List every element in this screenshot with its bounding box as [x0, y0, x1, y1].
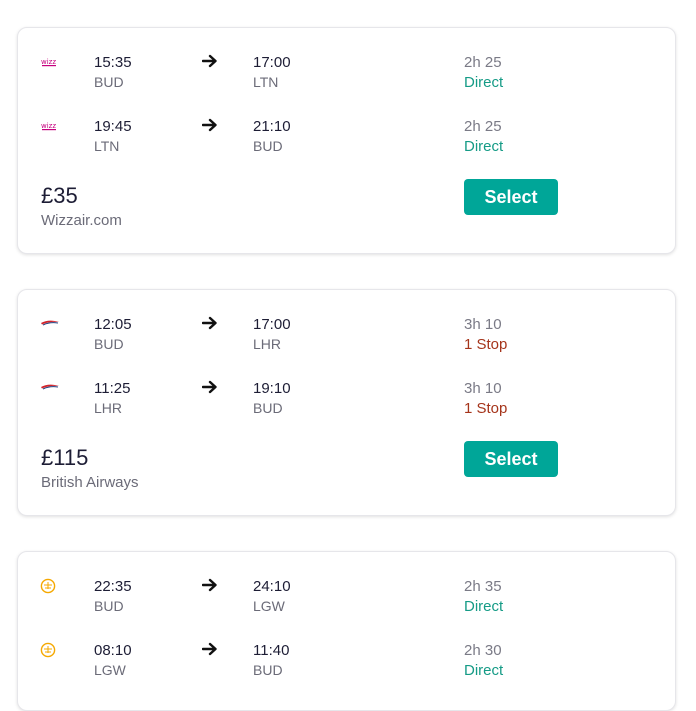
arrival-time: 11:40	[253, 642, 290, 659]
return-leg: 11:25 LHR 19:10 BUD 3h 10 1 Stop	[18, 378, 675, 422]
price: £35	[41, 183, 78, 208]
departure-airport: LHR	[94, 400, 123, 416]
flight-duration: 2h 25	[464, 54, 502, 71]
outbound-leg: 12:05 BUD 17:00 LHR 3h 10 1 Stop	[18, 314, 675, 358]
arrival-airport: BUD	[253, 138, 283, 154]
outbound-leg: 22:35 BUD 24:10 LGW 2h 35 Direct	[18, 576, 675, 620]
departure-time: 22:35	[94, 578, 132, 595]
svg-text:wizz: wizz	[41, 122, 56, 130]
departure-time: 12:05	[94, 316, 132, 333]
arrival-airport: LHR	[253, 336, 282, 352]
arrow-right-icon	[202, 316, 217, 330]
arrow-right-icon	[202, 578, 217, 592]
arrival-time: 24:10	[253, 578, 291, 595]
arrow-right-icon	[202, 642, 217, 656]
departure-time: 11:25	[94, 380, 131, 397]
british-airways-logo-icon	[41, 384, 59, 390]
select-button[interactable]: Select	[464, 441, 558, 477]
flight-duration: 2h 35	[464, 578, 502, 595]
wizzair-logo-icon: wizz	[41, 122, 56, 131]
svg-text:wizz: wizz	[41, 58, 56, 66]
arrival-time: 17:00	[253, 316, 291, 333]
flight-duration: 2h 30	[464, 642, 502, 659]
flight-duration: 3h 10	[464, 380, 502, 397]
departure-airport: LTN	[94, 138, 120, 154]
departure-airport: LGW	[94, 662, 126, 678]
stops-label: Direct	[464, 74, 504, 91]
arrow-right-icon	[202, 54, 217, 68]
departure-time: 19:45	[94, 118, 132, 135]
arrow-right-icon	[202, 380, 217, 394]
select-button[interactable]: Select	[464, 179, 558, 215]
return-leg: 08:10 LGW 11:40 BUD 2h 30 Direct	[18, 640, 675, 684]
stops-label: Direct	[464, 662, 504, 679]
departure-airport: BUD	[94, 336, 124, 352]
departure-airport: BUD	[94, 598, 124, 614]
arrival-time: 21:10	[253, 118, 291, 135]
flight-result-card[interactable]: wizz 15:35 BUD 17:00 LTN 2h 25 Direct wi…	[17, 27, 676, 254]
departure-time: 15:35	[94, 54, 132, 71]
arrival-airport: LTN	[253, 74, 279, 90]
arrival-time: 19:10	[253, 380, 291, 397]
wizzair-logo-icon: wizz	[41, 58, 56, 67]
arrival-airport: BUD	[253, 662, 283, 678]
flight-result-card[interactable]: 12:05 BUD 17:00 LHR 3h 10 1 Stop 11:25 L…	[17, 289, 676, 516]
departure-time: 08:10	[94, 642, 132, 659]
lufthansa-logo-icon	[40, 578, 56, 594]
flight-duration: 2h 25	[464, 118, 502, 135]
stops-label: Direct	[464, 138, 504, 155]
stops-label: 1 Stop	[464, 400, 508, 417]
arrival-airport: BUD	[253, 400, 283, 416]
outbound-leg: wizz 15:35 BUD 17:00 LTN 2h 25 Direct	[18, 52, 675, 96]
lufthansa-logo-icon	[40, 642, 56, 658]
stops-label: Direct	[464, 598, 504, 615]
flight-result-card[interactable]: 22:35 BUD 24:10 LGW 2h 35 Direct 08:10 L…	[17, 551, 676, 711]
departure-airport: BUD	[94, 74, 124, 90]
stops-label: 1 Stop	[464, 336, 508, 353]
return-leg: wizz 19:45 LTN 21:10 BUD 2h 25 Direct	[18, 116, 675, 160]
british-airways-logo-icon	[41, 320, 59, 326]
flight-duration: 3h 10	[464, 316, 502, 333]
arrow-right-icon	[202, 118, 217, 132]
provider-name: Wizzair.com	[41, 212, 122, 229]
arrival-airport: LGW	[253, 598, 285, 614]
arrival-time: 17:00	[253, 54, 291, 71]
flight-results-list: wizz 15:35 BUD 17:00 LTN 2h 25 Direct wi…	[0, 0, 696, 711]
price: £115	[41, 445, 89, 470]
provider-name: British Airways	[41, 474, 139, 491]
